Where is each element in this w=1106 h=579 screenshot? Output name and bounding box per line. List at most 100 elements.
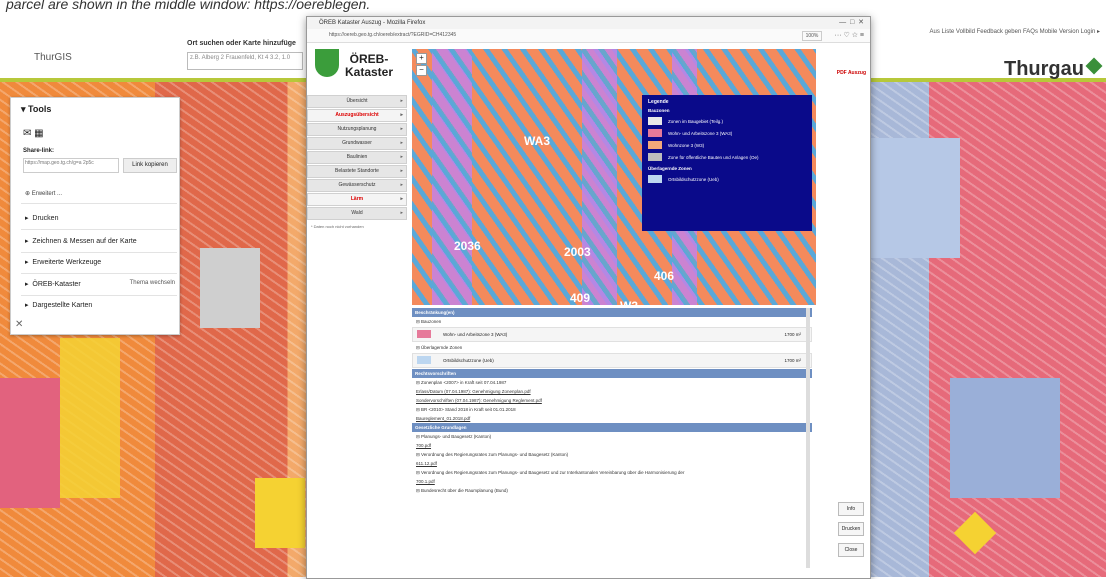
search-input[interactable]: z.B. Alberg 2 Frauenfeld, Kt 4 3.2, 1.0	[187, 52, 303, 70]
section-legal-provisions[interactable]: Rechtsvorschriften▾	[412, 369, 812, 378]
chevron-icon: ▸	[400, 154, 403, 160]
menu-item[interactable]: Wald ▸	[307, 207, 407, 220]
tool-item-extended[interactable]: ▸ Erweiterte Werkzeuge	[25, 258, 175, 266]
legend-label: Wohnzone 3 (W3)	[668, 142, 705, 148]
legend-swatch	[648, 117, 662, 125]
restriction-row[interactable]: Ortsbildschutzzone (Ueb) 1700 m²	[412, 353, 812, 368]
tool-item-label: Dargestellte Karten	[32, 302, 93, 309]
text-line: ⊟ Bundesrecht über die Raumplanung (Bund…	[416, 488, 508, 493]
zoom-in-button[interactable]: +	[416, 53, 427, 64]
menu-item[interactable]: Baulinien ▸	[307, 151, 407, 164]
divider	[21, 273, 177, 274]
info-panel: Beschränkung(en)▾ ⊟ Bauzonen Wohn- und A…	[412, 308, 812, 578]
map-zone	[582, 49, 617, 305]
browser-window: ÖREB Kataster Auszug - Mozilla Firefox —…	[306, 16, 871, 579]
tool-item-label: Zeichnen & Messen auf der Karte	[32, 238, 137, 245]
window-controls[interactable]: — □ ✕	[839, 17, 864, 29]
change-theme-link[interactable]: Thema wechseln	[130, 280, 175, 286]
document-link[interactable]: Erlass/Datum (07.04.1987): Genehmigung Z…	[412, 387, 812, 396]
chevron-icon: ▸	[400, 182, 403, 188]
chevron-icon: ▸	[400, 168, 403, 174]
tool-item-draw[interactable]: ▸ Zeichnen & Messen auf der Karte	[25, 237, 175, 245]
tool-item-label: ÖREB-Kataster	[32, 281, 81, 288]
text-line: ⊟ Zonenplan <2007> in Kraft seit 07.04.1…	[416, 380, 507, 385]
legend-row: Wohnzone 3 (W3)	[648, 139, 806, 151]
chevron-icon: ▸	[400, 210, 403, 216]
window-title: ÖREB Kataster Auszug - Mozilla Firefox	[319, 20, 426, 26]
scrollbar[interactable]	[806, 308, 810, 568]
legend-title: Legende	[648, 99, 669, 105]
menu-item[interactable]: Belastete Standorte ▸	[307, 165, 407, 178]
print-button[interactable]: Drucken	[838, 522, 864, 536]
chevron-icon: ▸	[400, 126, 403, 132]
extended-label: Erweitert ...	[31, 191, 63, 197]
map-label: 2003	[564, 245, 591, 259]
map-label: 409	[570, 291, 591, 305]
map-legend: Legende Bauzonen Zonen im Baugebiet (Tei…	[642, 95, 812, 231]
section-restrictions[interactable]: Beschränkung(en)▾	[412, 308, 812, 317]
pdf-extract-button[interactable]: PDF Auszug	[837, 70, 866, 76]
legend-section: Bauzonen	[648, 108, 670, 113]
legend-row: Zonen im Baugebiet (Teilg.)	[648, 115, 806, 127]
text-line: ⊟ Verordnung des Regierungsrates zum Pla…	[416, 470, 685, 475]
app-name[interactable]: ThurGIS	[34, 52, 72, 63]
extended-toggle[interactable]: ⊕ Erweitert ...	[25, 190, 62, 197]
legend-row: Ortsbildschutzzone (Ueb)	[648, 173, 806, 185]
topic-menu: Übersicht ▸ Auszugsübersicht ▸ Nutzungspla…	[307, 95, 407, 232]
menu-item[interactable]: Nutzungsplanung ▸	[307, 123, 407, 136]
close-button[interactable]: Close	[838, 543, 864, 557]
share-label: Share-link:	[23, 148, 55, 154]
copy-link-button[interactable]: Link kopieren	[123, 158, 177, 173]
document-link[interactable]: 611.12.pdf	[412, 459, 812, 468]
legend-swatch	[648, 153, 662, 161]
document-link[interactable]: 700.1.pdf	[412, 477, 812, 486]
legend-label: Wohn- und Arbeitszone 3 (WA3)	[668, 130, 733, 136]
menu-item[interactable]: Grundwasser ▸	[307, 137, 407, 150]
section-legal-basis[interactable]: Gesetzliche Grundlagen▾	[412, 423, 812, 432]
zoom-out-button[interactable]: −	[416, 65, 427, 76]
tool-item-oereb[interactable]: ▸ ÖREB-Kataster Thema wechseln	[25, 280, 175, 288]
map-zone	[432, 49, 472, 305]
subheading[interactable]: ⊟ Überlagernde Zonen	[412, 343, 812, 352]
legend-label: Ortsbildschutzzone (Ueb)	[668, 176, 719, 182]
zoom-level[interactable]: 100%	[802, 31, 822, 41]
menu-item[interactable]: Lärm ▸	[307, 193, 407, 206]
oereb-title-1: ÖREB-	[349, 52, 389, 66]
chevron-icon: ▸	[400, 112, 403, 118]
chevron-icon: ▸	[400, 196, 403, 202]
map-label: 2036	[454, 239, 481, 253]
tool-item-print[interactable]: ▸ Drucken	[25, 214, 175, 222]
legend-swatch	[648, 129, 662, 137]
browser-menu-icon[interactable]: ··· ♡ ☆ ≡	[835, 29, 864, 42]
menu-item[interactable]: Gewässerschutz ▸	[307, 179, 407, 192]
tool-item-maps[interactable]: ▸ Dargestellte Karten	[25, 301, 175, 309]
menu-item[interactable]: Auszugsübersicht ▸	[307, 109, 407, 122]
share-link-input[interactable]: https://map.geo.tg.ch/g=a 2p5c	[23, 158, 119, 173]
swatch	[417, 330, 431, 338]
info-button[interactable]: Info	[838, 502, 864, 516]
text-line: ⊟ Planungs- und Baugesetz (Kanton)	[416, 434, 492, 439]
mail-icon[interactable]: ✉	[23, 128, 31, 139]
url-text[interactable]: https://oereb.geo.tg.ch/oereb/extract/?E…	[329, 32, 456, 38]
menu-item[interactable]: Übersicht ▸	[307, 95, 407, 108]
document-link[interactable]: Baureglement_01.2018.pdf	[412, 414, 812, 423]
close-icon[interactable]: ✕	[15, 319, 23, 330]
tool-item-label: Erweiterte Werkzeuge	[32, 259, 102, 266]
qr-icon[interactable]: ▦	[34, 128, 43, 139]
address-bar[interactable]: https://oereb.geo.tg.ch/oereb/extract/?E…	[307, 29, 870, 43]
map-label: WA3	[524, 134, 551, 148]
document-link[interactable]: 700.pdf	[412, 441, 812, 450]
legend-row: Zone für öffentliche Bauten und Anlagen …	[648, 151, 806, 163]
divider	[21, 295, 177, 296]
oereb-title-2: Kataster	[345, 65, 394, 79]
restriction-row[interactable]: Wohn- und Arbeitszone 3 (WA3) 1700 m²	[412, 327, 812, 342]
tools-header[interactable]: ▾ Tools	[11, 98, 179, 121]
tools-title: Tools	[28, 104, 52, 114]
legend-row: Wohn- und Arbeitszone 3 (WA3)	[648, 127, 806, 139]
document-link[interactable]: Sondervorschriften (07.04.1987): Genehmi…	[412, 396, 812, 405]
chevron-icon: ▸	[400, 98, 403, 104]
subheading[interactable]: ⊟ Bauzonen	[412, 317, 812, 326]
window-titlebar: ÖREB Kataster Auszug - Mozilla Firefox —…	[307, 17, 870, 29]
top-links[interactable]: Aus Liste Vollbild Feedback geben FAQs M…	[930, 28, 1100, 35]
chevron-icon: ▸	[400, 140, 403, 146]
